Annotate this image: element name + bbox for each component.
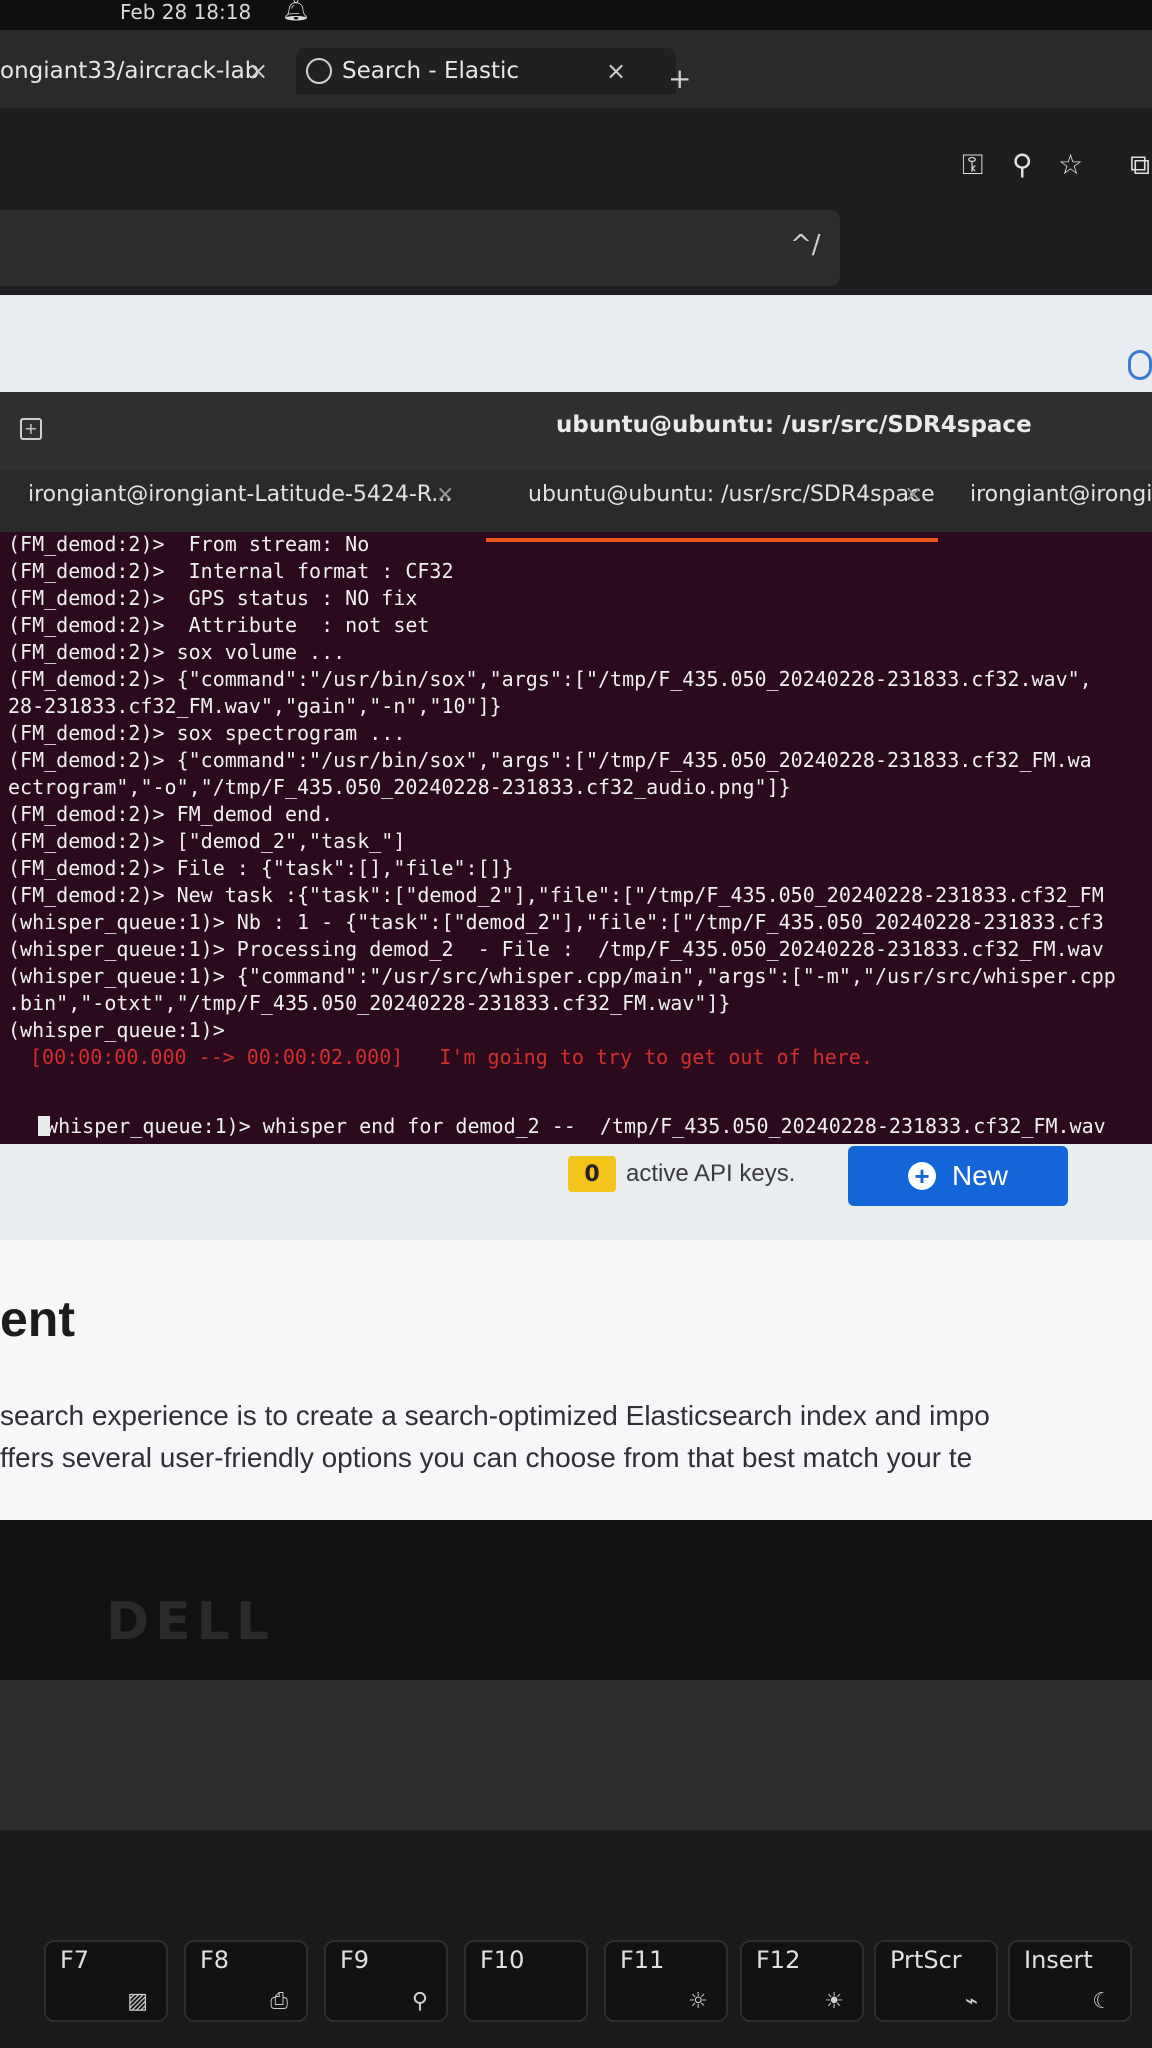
projector-icon: ⎙ <box>270 1989 288 2014</box>
key-prtscr[interactable]: PrtScr ⌁ <box>874 1940 998 2022</box>
paragraph-line: ffers several user-friendly options you … <box>0 1442 973 1473</box>
brightness-up-icon: ☀ <box>824 1989 844 2014</box>
terminal-line: (FM_demod:2)> New task :{"task":["demod_… <box>8 883 1104 907</box>
terminal-tab-bar: irongiant@irongiant-Latitude-5424-R... ×… <box>0 470 1152 532</box>
terminal-line: 28-231833.cf32_FM.wav","gain","-n","10"]… <box>8 694 502 718</box>
clock[interactable]: Feb 28 18:18 <box>120 0 251 24</box>
browser-tab-label: ongiant33/aircrack-lab <box>0 58 260 84</box>
terminal-line: (FM_demod:2)> FM_demod end. <box>8 802 334 826</box>
terminal-header: + ubuntu@ubuntu: /usr/src/SDR4space <box>0 392 1152 470</box>
terminal-line: (FM_demod:2)> {"command":"/usr/bin/sox",… <box>8 667 1092 691</box>
key-f10[interactable]: F10 <box>464 1940 588 2022</box>
terminal-line: (whisper_queue:1)> {"command":"/usr/src/… <box>8 964 1116 988</box>
browser-tab-label: Search - Elastic <box>342 58 519 84</box>
api-key-count-badge: 0 <box>568 1156 616 1192</box>
key-f12[interactable]: F12 ☀ <box>740 1940 864 2022</box>
terminal-transcript-line: [00:00:00.000 --> 00:00:02.000] I'm goin… <box>30 1045 873 1069</box>
terminal-line: (FM_demod:2)> Internal format : CF32 <box>8 559 454 583</box>
terminal-line: (whisper_queue:1)> <box>8 1018 225 1042</box>
help-icon[interactable] <box>1128 350 1152 380</box>
terminal-line: (FM_demod:2)> sox volume ... <box>8 640 346 664</box>
keyboard-shortcut-hint: ^/ <box>790 230 821 260</box>
section-heading: ent <box>0 1291 75 1347</box>
close-icon[interactable]: × <box>606 57 626 85</box>
close-icon[interactable]: × <box>248 57 268 85</box>
plus-icon: + <box>907 1162 936 1190</box>
terminal-line: (FM_demod:2)> {"command":"/usr/bin/sox",… <box>8 748 1092 772</box>
terminal-line: (whisper_queue:1)> Processing demod_2 - … <box>8 937 1104 961</box>
key-f9[interactable]: F9 ⚲ <box>324 1940 448 2022</box>
terminal-line: (whisper_queue:1)> Nb : 1 - {"task":["de… <box>8 910 1104 934</box>
terminal-line: (whisper_queue:1)> whisper end for demod… <box>34 1114 1106 1138</box>
api-keys-status: 0 active API keys. <box>568 1150 795 1198</box>
key-icon[interactable]: ⚿ <box>962 148 983 182</box>
page-lower-section <box>0 1240 1152 1520</box>
key-f11[interactable]: F11 ☼ <box>604 1940 728 2022</box>
terminal-line: (FM_demod:2)> ["demod_2","task_"] <box>8 829 406 853</box>
close-icon[interactable]: × <box>904 482 922 507</box>
laptop-hinge <box>0 1680 1152 1830</box>
terminal-window[interactable]: + ubuntu@ubuntu: /usr/src/SDR4space iron… <box>0 392 1152 1144</box>
close-icon[interactable]: × <box>436 482 454 507</box>
terminal-line: (FM_demod:2)> File : {"task":[],"file":[… <box>8 856 514 880</box>
dell-logo: DELL <box>106 1592 275 1652</box>
new-button-label: New <box>951 1160 1008 1191</box>
terminal-title: ubuntu@ubuntu: /usr/src/SDR4space <box>556 412 1032 438</box>
star-icon[interactable]: ☆ <box>1058 148 1083 181</box>
new-terminal-tab-icon[interactable]: + <box>20 418 42 440</box>
brightness-down-icon: ☼ <box>688 1989 708 2014</box>
terminal-line: (FM_demod:2)> Attribute : not set <box>8 613 430 637</box>
display-icon: ▨ <box>127 1989 148 2014</box>
new-tab-icon[interactable]: + <box>668 62 691 95</box>
terminal-cursor <box>38 1116 50 1136</box>
key-f8[interactable]: F8 ⎙ <box>184 1940 308 2022</box>
terminal-line: .bin","-otxt","/tmp/F_435.050_20240228-2… <box>8 991 731 1015</box>
browser-tab-aircrack[interactable]: ongiant33/aircrack-lab × <box>0 48 290 94</box>
paragraph-line: search experience is to create a search-… <box>0 1400 990 1431</box>
browser-tab-strip: ongiant33/aircrack-lab × Search - Elasti… <box>0 30 1152 108</box>
zoom-icon[interactable]: ⚲ <box>1012 148 1033 181</box>
sleep-icon: ☾ <box>1092 1989 1112 2014</box>
system-top-bar: Feb 28 18:18 🔔︎ <box>0 0 1152 30</box>
key-insert[interactable]: Insert ☾ <box>1008 1940 1132 2022</box>
extension-icon[interactable]: ⧉ <box>1130 148 1150 182</box>
elastic-logo-icon <box>306 58 332 84</box>
terminal-tab-irongiant-2[interactable]: irongiant@irongian <box>970 482 1152 507</box>
terminal-line: (FM_demod:2)> GPS status : NO fix <box>8 586 418 610</box>
new-api-key-button[interactable]: + New <box>848 1146 1068 1206</box>
terminal-line: (FM_demod:2)> sox spectrogram ... <box>8 721 406 745</box>
terminal-line: (FM_demod:2)> From stream: No <box>8 532 370 556</box>
wireless-icon: ⌁ <box>964 1989 978 2014</box>
terminal-output[interactable]: (FM_demod:2)> From stream: No (FM_demod:… <box>0 532 1152 1144</box>
bell-icon[interactable]: 🔔︎ <box>282 0 310 23</box>
browser-tab-elastic[interactable]: Search - Elastic × <box>296 48 676 94</box>
active-tab-indicator <box>486 538 938 542</box>
key-f7[interactable]: F7 ▨ <box>44 1940 168 2022</box>
api-keys-label: active API keys. <box>626 1160 796 1187</box>
terminal-tab-irongiant[interactable]: irongiant@irongiant-Latitude-5424-R... <box>28 482 452 507</box>
terminal-line: ectrogram","-o","/tmp/F_435.050_20240228… <box>8 775 791 799</box>
page-search-bar[interactable] <box>0 210 840 286</box>
search-icon: ⚲ <box>411 1989 428 2014</box>
terminal-tab-ubuntu[interactable]: ubuntu@ubuntu: /usr/src/SDR4space <box>528 482 935 507</box>
